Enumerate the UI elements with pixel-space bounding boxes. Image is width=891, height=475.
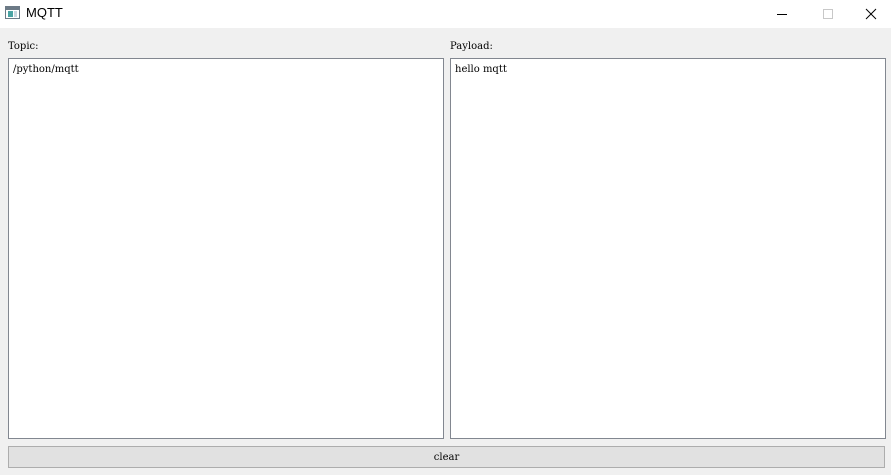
mqtt-window: MQTT Topic: Payload: /python/mqtt hello … [0, 0, 891, 475]
window-title: MQTT [26, 5, 63, 20]
topic-textbox[interactable]: /python/mqtt [8, 58, 444, 439]
app-window-icon [5, 6, 20, 19]
title-bar[interactable]: MQTT [0, 0, 891, 28]
payload-textbox[interactable]: hello mqtt [450, 58, 886, 439]
clear-button-label: clear [433, 451, 460, 463]
payload-label: Payload: [450, 41, 493, 52]
close-button[interactable] [851, 0, 891, 28]
close-icon [865, 5, 877, 24]
clear-button[interactable]: clear [8, 446, 885, 468]
maximize-icon [822, 5, 834, 24]
minimize-button[interactable] [759, 0, 805, 28]
topic-label: Topic: [8, 41, 39, 52]
payload-text: hello mqtt [455, 64, 507, 75]
minimize-icon [776, 5, 788, 24]
maximize-button[interactable] [805, 0, 851, 28]
topic-text: /python/mqtt [13, 64, 79, 75]
